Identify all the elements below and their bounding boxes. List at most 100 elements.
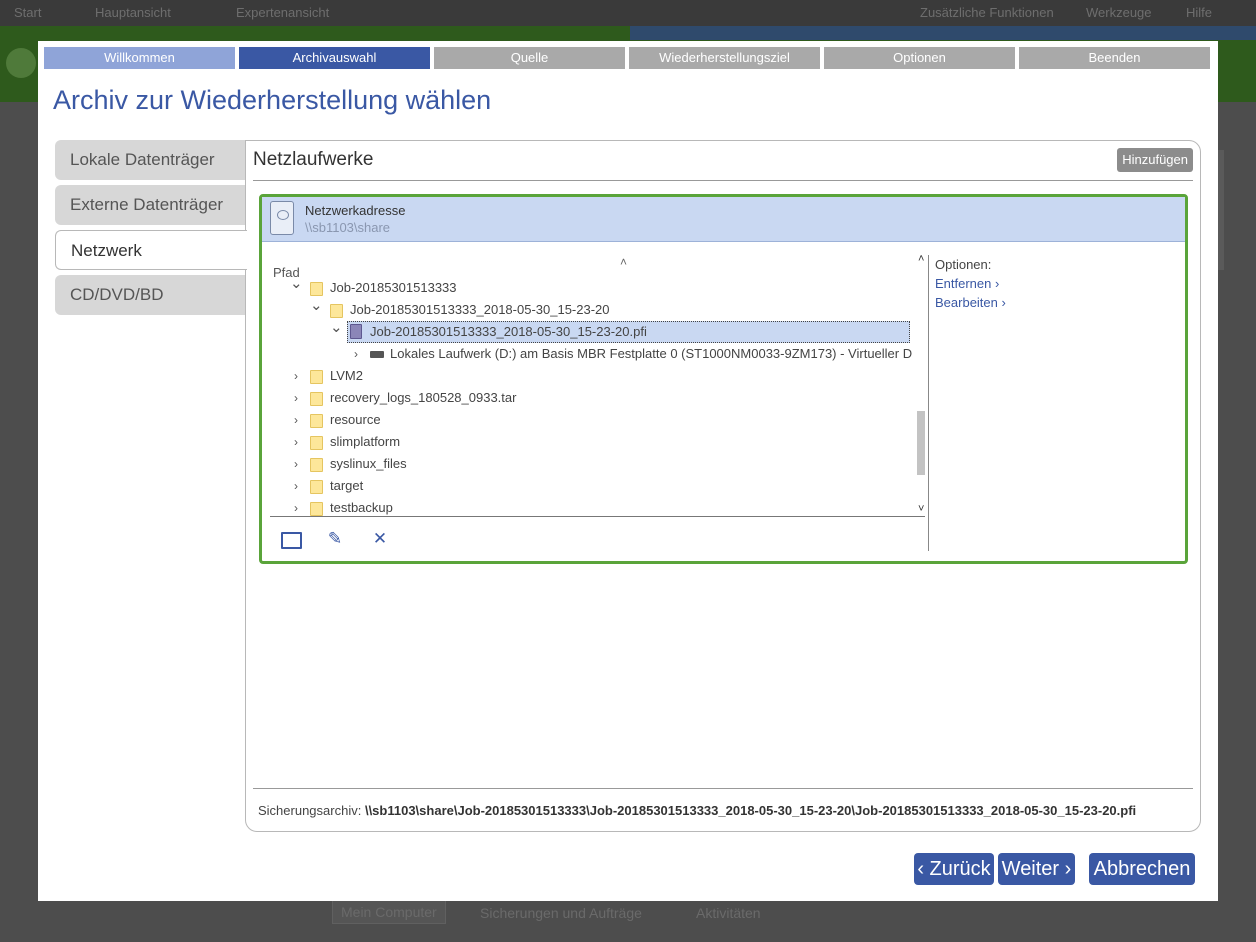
tree-row-label: syslinux_files xyxy=(330,456,407,471)
network-drive-icon xyxy=(270,201,294,235)
bg-menu-start: Start xyxy=(14,5,42,20)
edit-pencil-icon[interactable]: ✎ xyxy=(325,529,345,549)
nav-external-drives[interactable]: Externe Datenträger xyxy=(55,185,245,225)
tree-row-folder[interactable]: › resource xyxy=(270,409,910,431)
folder-icon xyxy=(310,414,323,428)
tree-row-folder[interactable]: ⌄ Job-20185301513333_2018-05-30_15-23-20 xyxy=(270,297,910,321)
tree-row-folder[interactable]: › syslinux_files xyxy=(270,453,910,475)
nav-network[interactable]: Netzwerk xyxy=(55,230,247,270)
step-restore-target: Wiederherstellungsziel xyxy=(629,47,820,69)
backup-archive-path: \\sb1103\share\Job-20185301513333\Job-20… xyxy=(364,803,1137,818)
folder-icon xyxy=(310,370,323,384)
tree-row-label: testbackup xyxy=(330,500,393,515)
archive-file-icon xyxy=(350,324,362,339)
tree-row-folder[interactable]: › testbackup xyxy=(270,497,910,516)
chevron-right-icon[interactable]: › xyxy=(350,343,362,365)
restore-wizard-dialog: Willkommen Archivauswahl Quelle Wiederhe… xyxy=(38,41,1218,901)
tree-row-label: resource xyxy=(330,412,381,427)
tree-row-label: slimplatform xyxy=(330,434,401,449)
drive-icon xyxy=(370,351,384,358)
tree-row-label: Job-20185301513333_2018-05-30_15-23-20.p… xyxy=(370,324,647,339)
bg-tab-activities: Aktivitäten xyxy=(696,905,761,921)
folder-icon xyxy=(310,458,323,472)
options-divider xyxy=(928,255,929,551)
background-accent-bar xyxy=(630,26,1256,40)
options-label: Optionen: xyxy=(935,257,992,272)
chevron-down-icon[interactable]: ⌄ xyxy=(330,317,343,339)
divider xyxy=(253,180,1193,181)
network-address-header[interactable]: Netzwerkadresse \\sb1103\share xyxy=(262,197,1185,242)
chevron-right-icon[interactable]: › xyxy=(290,365,302,387)
tree-row-label: Job-20185301513333_2018-05-30_15-23-20 xyxy=(350,302,610,317)
wizard-steps: Willkommen Archivauswahl Quelle Wiederhe… xyxy=(44,47,1212,69)
tree-row-archive-file[interactable]: ⌄ Job-20185301513333_2018-05-30_15-23-20.… xyxy=(270,319,910,343)
bg-menu-extra-functions: Zusätzliche Funktionen xyxy=(920,5,1054,20)
nav-local-drives[interactable]: Lokale Datenträger xyxy=(55,140,245,180)
bg-menu-tools: Werkzeuge xyxy=(1086,5,1152,20)
scrollbar-thumb[interactable] xyxy=(917,411,925,475)
tree-row-drive[interactable]: › Lokales Laufwerk (D:) am Basis MBR Fest… xyxy=(270,343,913,365)
bg-menu-main-view: Hauptansicht xyxy=(95,5,171,20)
edit-link[interactable]: Bearbeiten › xyxy=(935,295,1006,310)
folder-icon xyxy=(330,304,343,318)
remove-link[interactable]: Entfernen › xyxy=(935,276,1006,291)
tree-row-folder[interactable]: ⌄ Job-20185301513333 xyxy=(270,275,910,299)
new-folder-icon[interactable] xyxy=(280,529,302,549)
background-menubar: Start Hauptansicht Expertenansicht Zusät… xyxy=(0,0,1256,26)
file-tree: Pfad ˄ ⌄ Job-20185301513333 ⌄ Job-201853015… xyxy=(270,253,925,517)
step-source: Quelle xyxy=(434,47,625,69)
network-address-path: \\sb1103\share xyxy=(305,220,391,235)
chevron-right-icon[interactable]: › xyxy=(290,409,302,431)
back-button[interactable]: ‹ Zurück xyxy=(914,853,994,885)
nav-cd-dvd-bd[interactable]: CD/DVD/BD xyxy=(55,275,245,315)
next-button[interactable]: Weiter › xyxy=(998,853,1075,885)
scroll-up-icon[interactable]: ˄ xyxy=(918,253,924,265)
folder-icon xyxy=(310,502,323,516)
folder-icon xyxy=(310,480,323,494)
tree-row-folder[interactable]: › target xyxy=(270,475,910,497)
bg-tab-my-computer: Mein Computer xyxy=(332,900,446,924)
network-location-box: Netzwerkadresse \\sb1103\share Pfad ˄ ⌄ J… xyxy=(259,194,1188,564)
app-logo-icon xyxy=(6,48,36,78)
folder-icon xyxy=(310,436,323,450)
bg-menu-help: Hilfe xyxy=(1186,5,1213,20)
tree-row-label: Lokales Laufwerk (D:) am Basis MBR Festp… xyxy=(390,346,913,361)
step-options: Optionen xyxy=(824,47,1015,69)
bg-tab-backups: Sicherungen und Aufträge xyxy=(480,905,642,921)
panel-title: Netzlaufwerke xyxy=(253,149,374,170)
tree-row-folder[interactable]: › LVM2 xyxy=(270,365,910,387)
step-archive-selection[interactable]: Archivauswahl xyxy=(239,47,430,69)
chevron-right-icon[interactable]: › xyxy=(290,475,302,497)
scroll-down-icon[interactable]: ˅ xyxy=(918,503,924,515)
tree-row-label: recovery_logs_180528_0933.tar xyxy=(330,390,517,405)
backup-archive-line: Sicherungsarchiv: \\sb1103\share\Job-201… xyxy=(258,803,1136,818)
step-welcome[interactable]: Willkommen xyxy=(44,47,235,69)
chevron-right-icon[interactable]: › xyxy=(290,431,302,453)
cancel-button[interactable]: Abbrechen xyxy=(1089,853,1195,885)
options-pane: Optionen: Entfernen › Bearbeiten › xyxy=(935,257,1006,314)
tree-scrollbar[interactable]: ˄ ˅ xyxy=(916,253,925,515)
delete-x-icon[interactable]: ✕ xyxy=(370,529,390,549)
chevron-right-icon[interactable]: › xyxy=(290,497,302,516)
tree-row-label: target xyxy=(330,478,364,493)
folder-icon xyxy=(310,282,323,296)
page-title: Archiv zur Wiederherstellung wählen xyxy=(53,85,492,115)
background-card xyxy=(1218,150,1224,270)
tree-row-label: LVM2 xyxy=(330,368,363,383)
network-address-label: Netzwerkadresse xyxy=(305,203,406,218)
chevron-down-icon[interactable]: ⌄ xyxy=(290,273,303,295)
folder-icon xyxy=(310,392,323,406)
bg-menu-expert-view: Expertenansicht xyxy=(236,5,330,20)
chevron-right-icon[interactable]: › xyxy=(290,453,302,475)
divider xyxy=(253,788,1193,789)
chevron-down-icon[interactable]: ⌄ xyxy=(310,295,323,317)
tree-row-folder[interactable]: › slimplatform xyxy=(270,431,910,453)
chevron-right-icon[interactable]: › xyxy=(290,387,302,409)
add-button[interactable]: Hinzufügen xyxy=(1117,148,1193,172)
tree-row-label: Job-20185301513333 xyxy=(330,280,457,295)
network-drives-panel: Netzlaufwerke Hinzufügen Netzwerkadresse… xyxy=(245,140,1201,832)
sort-caret-icon[interactable]: ˄ xyxy=(620,255,627,269)
tree-row-folder[interactable]: › recovery_logs_180528_0933.tar xyxy=(270,387,910,409)
step-finish: Beenden xyxy=(1019,47,1210,69)
backup-archive-label: Sicherungsarchiv: xyxy=(258,803,362,818)
